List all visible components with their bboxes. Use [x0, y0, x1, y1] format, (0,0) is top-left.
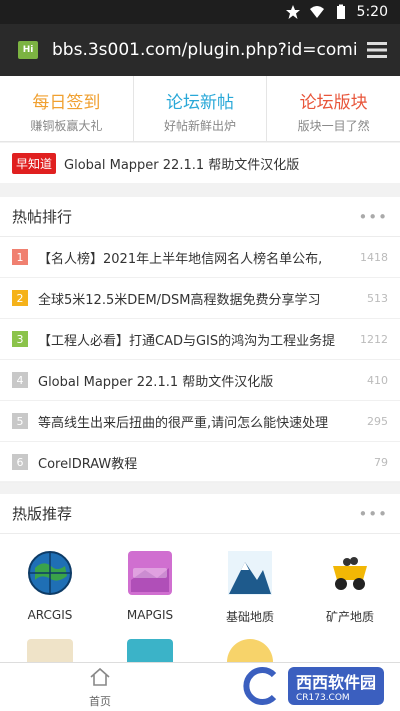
- hot-post-count: 79: [374, 455, 388, 469]
- hot-post-row[interactable]: 5 等高线生出来后扭曲的很严重,请问怎么能快速处理 295: [0, 401, 400, 442]
- hot-post-row[interactable]: 4 Global Mapper 22.1.1 帮助文件汉化版 410: [0, 360, 400, 401]
- hot-post-count: 295: [367, 414, 388, 428]
- nav-home[interactable]: 首页: [80, 667, 120, 709]
- rank-badge: 5: [12, 413, 28, 429]
- hot-post-title[interactable]: 【名人榜】2021年上半年地信网名人榜名单公布,: [38, 248, 354, 267]
- rank-badge: 4: [12, 372, 28, 388]
- globe-icon: [28, 551, 72, 595]
- tabs-menu-icon[interactable]: [366, 40, 388, 60]
- status-bar: 5:20: [0, 0, 400, 24]
- hot-post-title[interactable]: 全球5米12.5米DEM/DSM高程数据免费分享学习: [38, 289, 354, 308]
- url-text[interactable]: bbs.3s001.com/plugin.php?id=comii: [52, 40, 356, 60]
- rank-badge: 1: [12, 249, 28, 265]
- board-label: MAPGIS: [126, 608, 174, 622]
- board-arcgis[interactable]: ARCGIS: [0, 550, 100, 625]
- mining-truck-icon: [333, 557, 367, 590]
- tile-checkin[interactable]: 每日签到 赚铜板赢大礼: [0, 76, 134, 141]
- tile-new-posts-title: 论坛新帖: [166, 93, 234, 113]
- hot-post-title[interactable]: CorelDRAW教程: [38, 453, 354, 472]
- watermark-site: CR173.COM: [295, 693, 350, 703]
- board-label: 矿产地质: [325, 610, 374, 624]
- battery-icon: [336, 4, 345, 19]
- board-basic-geology[interactable]: 基础地质: [200, 550, 300, 625]
- board-mineral-geology[interactable]: 矿产地质: [300, 550, 400, 625]
- watermark: 西西软件园 CR173.COM: [238, 667, 384, 705]
- tile-checkin-title: 每日签到: [32, 93, 101, 113]
- hot-boards-header: 热版推荐 •••: [0, 494, 400, 534]
- hot-post-count: 410: [367, 373, 388, 387]
- hot-post-count: 1418: [360, 250, 388, 264]
- tile-new-posts-subtitle: 好帖新鲜出炉: [164, 119, 237, 133]
- rank-badge: 6: [12, 454, 28, 470]
- star-icon: [285, 5, 300, 19]
- hot-posts-header: 热帖排行 •••: [0, 197, 400, 237]
- notice-text[interactable]: Global Mapper 22.1.1 帮助文件汉化版: [64, 154, 299, 173]
- hot-post-title[interactable]: 【工程人必看】打通CAD与GIS的鸿沟为工程业务提: [38, 330, 354, 349]
- board-label: ARCGIS: [27, 608, 73, 622]
- hot-post-row[interactable]: 1 【名人榜】2021年上半年地信网名人榜名单公布, 1418: [0, 237, 400, 278]
- hot-post-title[interactable]: Global Mapper 22.1.1 帮助文件汉化版: [38, 371, 354, 390]
- tile-forums-subtitle: 版块一目了然: [297, 119, 370, 133]
- bottom-nav: 首页 西西软件园 CR173.COM: [0, 662, 400, 711]
- mountain-icon: [228, 551, 272, 595]
- boards-grid: ARCGIS MAPGIS 基础地质 矿产地质: [0, 534, 400, 625]
- site-favicon: Hi: [18, 41, 38, 59]
- notice-bar[interactable]: 早知道 Global Mapper 22.1.1 帮助文件汉化版: [0, 143, 400, 183]
- notice-badge: 早知道: [12, 152, 57, 174]
- tile-checkin-subtitle: 赚铜板赢大礼: [30, 119, 103, 133]
- hot-posts-title: 热帖排行: [12, 208, 73, 226]
- hot-post-row[interactable]: 3 【工程人必看】打通CAD与GIS的鸿沟为工程业务提 1212: [0, 319, 400, 360]
- board-mapgis[interactable]: MAPGIS: [100, 550, 200, 625]
- hot-posts-section: 热帖排行 ••• 1 【名人榜】2021年上半年地信网名人榜名单公布, 1418…: [0, 197, 400, 483]
- tile-forums-title: 论坛版块: [299, 93, 368, 113]
- hot-post-row[interactable]: 6 CorelDRAW教程 79: [0, 442, 400, 483]
- hot-boards-title: 热版推荐: [12, 505, 73, 523]
- board-label: 基础地质: [225, 610, 274, 624]
- status-time: 5:20: [356, 4, 388, 20]
- wifi-icon: [309, 6, 324, 18]
- watermark-brand: 西西软件园: [295, 673, 376, 692]
- hot-post-title[interactable]: 等高线生出来后扭曲的很严重,请问怎么能快速处理: [38, 412, 354, 431]
- more-icon[interactable]: •••: [358, 208, 388, 226]
- home-icon: [90, 667, 110, 686]
- rank-badge: 2: [12, 290, 28, 306]
- tile-new-posts[interactable]: 论坛新帖 好帖新鲜出炉: [134, 76, 268, 141]
- hot-post-count: 1212: [360, 332, 388, 346]
- nav-home-label: 首页: [89, 695, 111, 708]
- hot-post-row[interactable]: 2 全球5米12.5米DEM/DSM高程数据免费分享学习 513: [0, 278, 400, 319]
- url-bar[interactable]: Hi bbs.3s001.com/plugin.php?id=comii: [0, 24, 400, 76]
- page: { "status_bar": { "time": "5:20" }, "url…: [0, 0, 400, 711]
- rank-badge: 3: [12, 331, 28, 347]
- hot-post-count: 513: [367, 291, 388, 305]
- quick-tiles: 每日签到 赚铜板赢大礼 论坛新帖 好帖新鲜出炉 论坛版块 版块一目了然: [0, 76, 400, 142]
- watermark-box: 西西软件园 CR173.COM: [287, 667, 384, 705]
- more-icon[interactable]: •••: [358, 505, 388, 523]
- mapgis-icon: [128, 551, 172, 595]
- watermark-logo-icon: [243, 667, 277, 705]
- tile-forums[interactable]: 论坛版块 版块一目了然: [267, 76, 400, 141]
